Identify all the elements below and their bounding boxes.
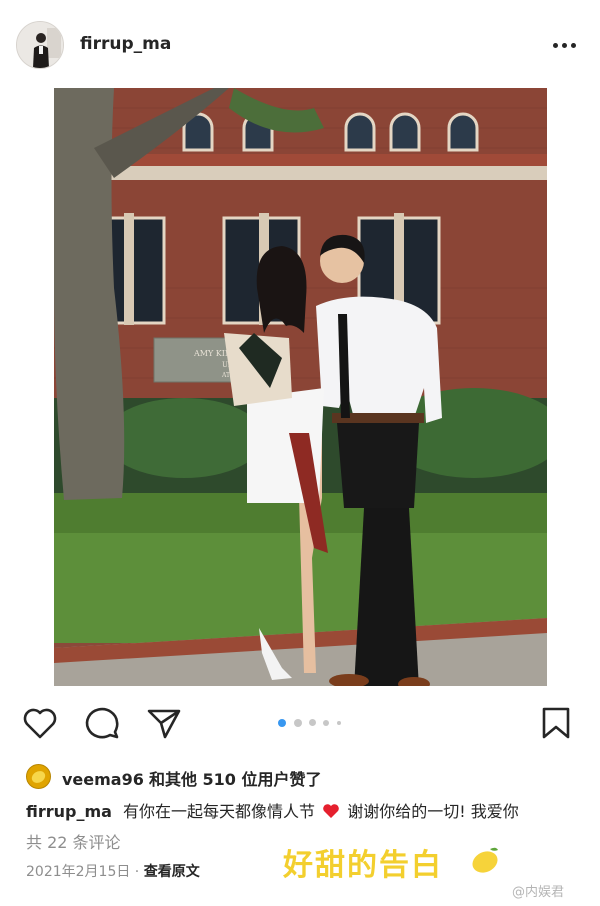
weibo-watermark: @内娱君 (512, 885, 565, 900)
post-header: firrup_ma (0, 0, 600, 88)
carousel-dot (309, 719, 316, 726)
post-date: 2021年2月15日 (26, 864, 131, 880)
post-action-bar (0, 700, 600, 748)
likes-count-text[interactable]: 和其他 510 位用户赞了 (149, 770, 322, 789)
post-caption: firrup_ma 有你在一起每天都像情人节 谢谢你给的一切! 我爱你 (26, 798, 519, 823)
share-icon[interactable] (146, 706, 182, 744)
like-heart-icon[interactable] (22, 706, 58, 744)
lemon-icon (468, 844, 502, 880)
more-options-icon[interactable] (548, 30, 582, 60)
date-separator: · (130, 864, 144, 880)
bookmark-icon[interactable] (540, 706, 572, 744)
carousel-indicator (278, 716, 358, 728)
carousel-dot (323, 720, 329, 726)
caption-username[interactable]: firrup_ma (26, 802, 112, 821)
liker-username[interactable]: veema96 (62, 770, 144, 789)
carousel-dot (337, 721, 341, 725)
see-original-link[interactable]: 查看原文 (144, 864, 200, 880)
caption-text-end: 谢谢你给的一切! 我爱你 (347, 802, 519, 821)
post-photo[interactable]: AMY KING UN AT SO (54, 88, 547, 686)
carousel-dot (294, 719, 302, 727)
post-username[interactable]: firrup_ma (80, 34, 171, 54)
profile-avatar[interactable] (16, 21, 64, 69)
likes-summary[interactable]: veema96 和其他 510 位用户赞了 (26, 763, 586, 789)
view-comments-link[interactable]: 共 22 条评论 (26, 829, 121, 853)
overlay-caption-text: 好甜的告白 (283, 848, 443, 883)
post-date-line: 2021年2月15日 · 查看原文 (26, 861, 200, 881)
carousel-dot-active (278, 719, 286, 727)
caption-text-start: 有你在一起每天都像情人节 (123, 802, 316, 821)
red-heart-icon (322, 803, 340, 823)
liker-avatar[interactable] (26, 764, 51, 789)
comment-icon[interactable] (84, 706, 120, 744)
